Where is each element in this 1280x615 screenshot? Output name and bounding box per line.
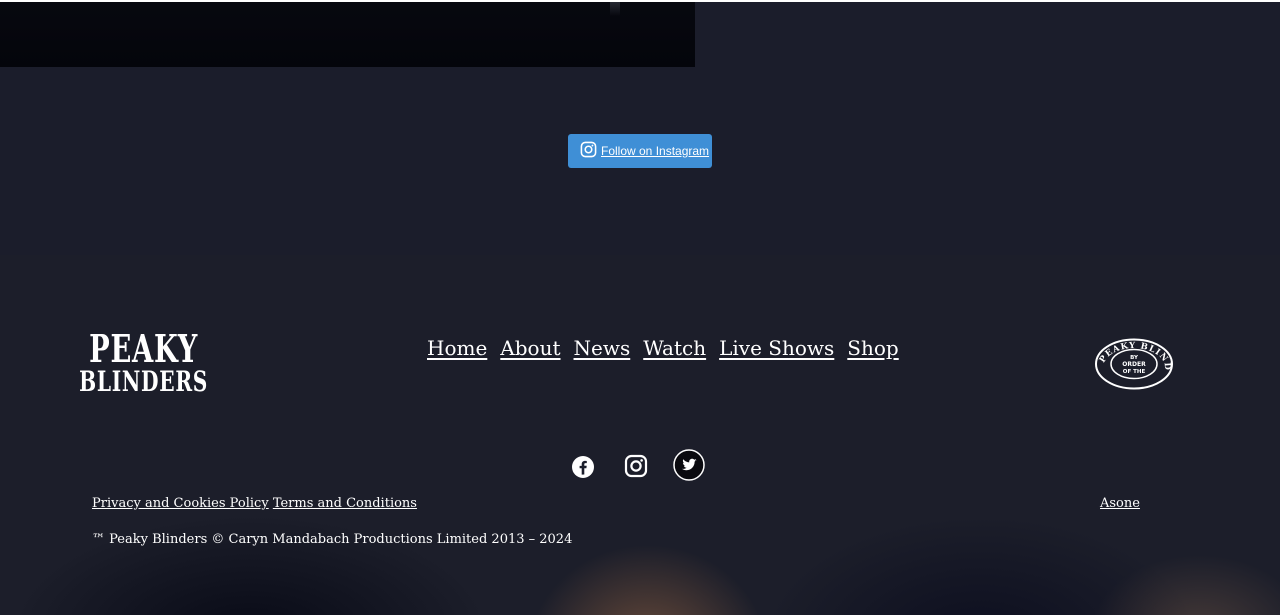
badge-inner-line-2: ORDER: [1122, 361, 1146, 368]
nav-link-watch[interactable]: Watch: [643, 336, 706, 360]
follow-on-instagram-label: Follow on Instagram: [601, 144, 710, 158]
footer-nav: Home About News Watch Live Shows Shop: [427, 336, 899, 360]
facebook-icon[interactable]: [572, 456, 594, 478]
privacy-policy-link[interactable]: Privacy and Cookies Policy: [92, 496, 269, 511]
instagram-feed-image[interactable]: [0, 2, 695, 67]
social-links: [568, 449, 708, 483]
badge-inner-line-3: OF THE: [1123, 369, 1146, 375]
instagram-icon[interactable]: [624, 454, 648, 478]
logo-line-2: BLINDERS: [79, 365, 209, 398]
feed-image-detail: [610, 2, 620, 16]
nav-link-news[interactable]: News: [574, 336, 631, 360]
by-order-of-the-peaky-blinders-badge[interactable]: PEAKY BLINDERS BY ORDER OF THE: [1090, 331, 1174, 390]
footer-background: [0, 255, 1280, 615]
nav-link-home[interactable]: Home: [427, 336, 487, 360]
nav-link-live-shows[interactable]: Live Shows: [719, 336, 834, 360]
legal-links: Privacy and Cookies Policy Terms and Con…: [92, 496, 417, 511]
peaky-blinders-logo[interactable]: PEAKY BLINDERS: [80, 326, 208, 398]
credit-link-asone[interactable]: Asone: [1100, 496, 1140, 511]
logo-line-1: PEAKY: [89, 326, 199, 371]
nav-link-shop[interactable]: Shop: [847, 336, 898, 360]
copyright-notice: ™ Peaky Blinders © Caryn Mandabach Produ…: [92, 532, 573, 547]
nav-link-about[interactable]: About: [500, 336, 560, 360]
instagram-icon: [580, 141, 597, 162]
page: Follow on Instagram PEAKY BLINDERS Home …: [0, 0, 1280, 615]
follow-on-instagram-button[interactable]: Follow on Instagram: [568, 134, 712, 168]
terms-and-conditions-link[interactable]: Terms and Conditions: [273, 496, 417, 511]
twitter-icon[interactable]: [673, 449, 705, 481]
